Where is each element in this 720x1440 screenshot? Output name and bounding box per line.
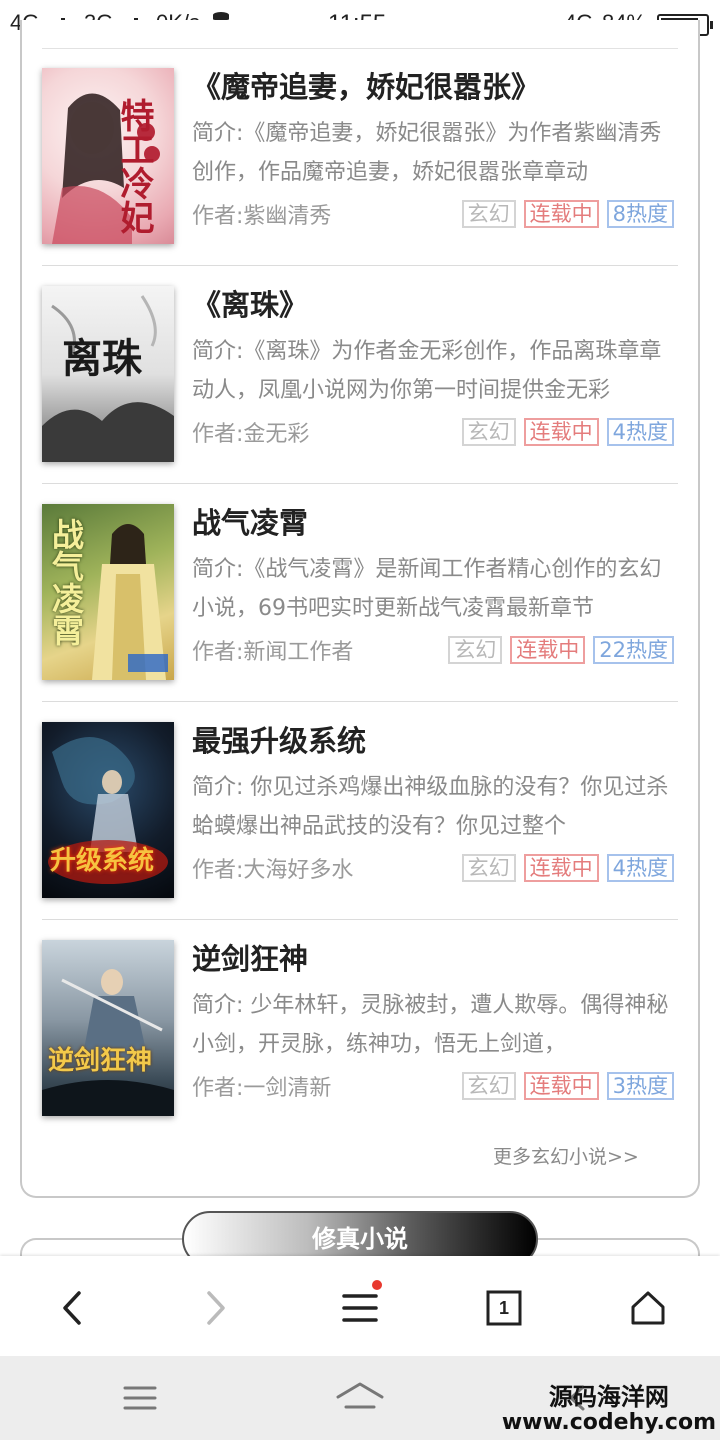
cover-title: 离珠 [62,335,142,382]
book-cover[interactable]: 升级系统 [42,722,174,898]
genre-tag: 玄幻 [461,200,516,228]
book-title[interactable]: 逆剑狂神 [192,936,308,978]
book-author: 作者:大海好多水 [192,858,354,883]
recent-apps-icon[interactable] [110,1376,170,1420]
book-cover[interactable]: 战气凌霄 [42,504,174,680]
genre-tag: 玄幻 [461,854,516,882]
book-description: 简介: 你见过杀鸡爆出神级血脉的没有？你见过杀蛤蟆爆出神品武技的没有？你见过整个 [192,775,669,839]
book-item[interactable]: 离珠 《离珠》 简介:《离珠》为作者金无彩创作，作品离珠章章动人，凤凰小说网为你… [42,266,678,484]
tab-count: 1 [498,1297,509,1318]
status-tag: 连载中 [523,854,599,882]
cover-title: 逆剑狂神 [48,1046,153,1076]
watermark-url: www.codehy.com [501,1410,716,1435]
book-tags: 玄幻 连载中 22热度 [448,636,674,664]
book-tags: 玄幻 连载中 8热度 [461,200,674,228]
book-tags: 玄幻 连载中 4热度 [461,854,674,882]
home-icon[interactable] [618,1278,678,1338]
tabs-icon[interactable]: 1 [474,1278,534,1338]
status-tag: 连载中 [523,200,599,228]
book-description: 简介: 少年林轩，灵脉被封，遭人欺辱。偶得神秘小剑，开灵脉，练神功，悟无上剑道， [192,993,669,1057]
book-description: 简介:《魔帝追妻，娇妃很嚣张》为作者紫幽清秀创作，作品魔帝追妻，娇妃很嚣张章章动 [192,121,662,185]
book-title[interactable]: 《离珠》 [192,282,308,324]
status-tag: 连载中 [523,418,599,446]
popularity-tag: 8热度 [606,200,674,228]
book-cover[interactable]: 离珠 [42,286,174,462]
book-cover[interactable]: 逆剑狂神 [42,940,174,1116]
genre-tag: 玄幻 [461,1072,516,1100]
home-button-icon[interactable] [330,1376,390,1420]
book-title[interactable]: 最强升级系统 [192,718,366,760]
book-description: 简介:《离珠》为作者金无彩创作，作品离珠章章动人，凤凰小说网为你第一时间提供金无… [192,339,662,403]
forward-arrow-icon[interactable] [186,1278,246,1338]
book-author: 作者:一剑清新 [192,1076,332,1101]
notification-dot [372,1280,382,1290]
book-item[interactable]: 逆剑狂神 逆剑狂神 简介: 少年林轩，灵脉被封，遭人欺辱。偶得神秘小剑，开灵脉，… [42,920,678,1138]
book-title[interactable]: 《魔帝追妻，娇妃很嚣张》 [192,64,540,106]
status-tag: 连载中 [523,1072,599,1100]
book-description: 简介:《战气凌霄》是新闻工作者精心创作的玄幻小说，69书吧实时更新战气凌霄最新章… [192,557,662,621]
popularity-tag: 3热度 [606,1072,674,1100]
popularity-tag: 4热度 [606,418,674,446]
cover-title: 升级系统 [50,846,155,876]
book-author: 作者:金无彩 [192,422,310,447]
popularity-tag: 22热度 [593,636,674,664]
genre-tag: 玄幻 [448,636,503,664]
menu-icon[interactable] [330,1278,390,1338]
cover-title: 战气凌霄 [47,518,85,646]
book-author: 作者:紫幽清秀 [192,204,332,229]
book-cover[interactable]: 特工冷妃 [42,68,174,244]
book-title[interactable]: 战气凌霄 [192,500,308,542]
popularity-tag: 4热度 [606,854,674,882]
book-tags: 玄幻 连载中 4热度 [461,418,674,446]
book-author: 作者:新闻工作者 [192,640,354,665]
genre-tag: 玄幻 [461,418,516,446]
browser-toolbar: 1 [0,1256,720,1356]
book-item[interactable]: 战气凌霄 战气凌霄 简介:《战气凌霄》是新闻工作者精心创作的玄幻小说，69书吧实… [42,484,678,702]
book-item[interactable]: 特工冷妃 《魔帝追妻，娇妃很嚣张》 简介:《魔帝追妻，娇妃很嚣张》为作者紫幽清秀… [42,48,678,266]
site-watermark: 源码海洋网 www.codehy.com [502,1384,716,1436]
book-tags: 玄幻 连载中 3热度 [461,1072,674,1100]
back-arrow-icon[interactable] [42,1278,102,1338]
status-tag: 连载中 [510,636,586,664]
book-item[interactable]: 升级系统 最强升级系统 简介: 你见过杀鸡爆出神级血脉的没有？你见过杀蛤蟆爆出神… [42,702,678,920]
more-fantasy-link[interactable]: 更多玄幻小说>> [493,1142,639,1169]
cover-title: 特工冷妃 [114,98,154,234]
watermark-name: 源码海洋网 [548,1383,669,1411]
